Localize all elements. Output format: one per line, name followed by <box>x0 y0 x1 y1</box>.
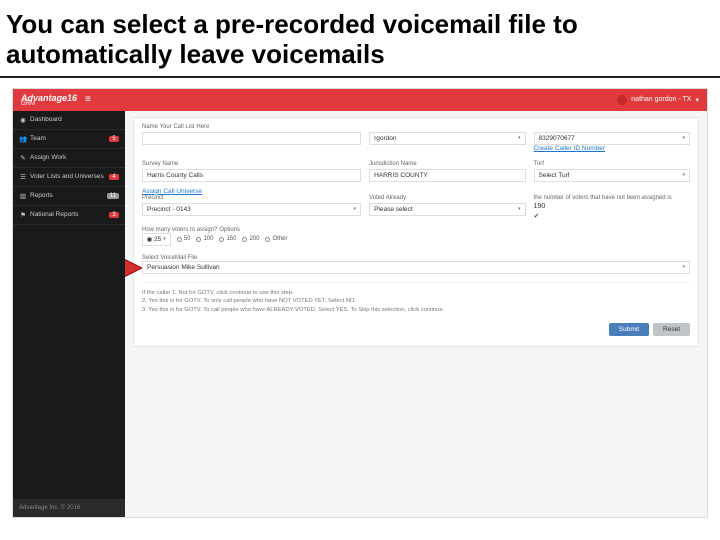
sidebar-item-label: Team <box>30 135 109 142</box>
brand-logo: Advantage16 GRM <box>21 93 77 107</box>
voted-select[interactable]: Please select <box>369 203 525 216</box>
speed-icon: ◉ <box>19 116 27 124</box>
jurisdiction-input[interactable]: HARRIS COUNTY <box>369 169 525 182</box>
callout-arrow-icon <box>125 259 142 277</box>
note-line: If the caller 1. Not for GOTV, click con… <box>142 289 690 298</box>
user-label <box>369 124 525 130</box>
sidebar-item-label: Reports <box>30 192 107 199</box>
unassigned-value: 190 <box>534 203 690 210</box>
main-content: Name Your Call List Here rgordon 8329070… <box>125 111 707 517</box>
sidebar-item-label: Assign Work <box>30 154 119 161</box>
users-icon: 👥 <box>19 135 27 143</box>
menu-icon[interactable]: ≡ <box>85 94 91 105</box>
sidebar-footer: Advantage Inc. © 2016 <box>13 499 125 517</box>
sidebar-item-dashboard[interactable]: ◉ Dashboard <box>13 111 125 130</box>
sidebar-item-voterlists[interactable]: ☰ Voter Lists and Universes 4 <box>13 168 125 187</box>
slide-title: You can select a pre-recorded voicemail … <box>0 0 720 78</box>
chevron-down-icon: ▾ <box>695 96 699 104</box>
reset-button[interactable]: Reset <box>653 323 690 336</box>
assign-universe-link[interactable]: Assign Call Universe <box>142 188 202 195</box>
turf-select[interactable]: Select Turf <box>534 169 690 182</box>
radio-50[interactable]: 50 <box>177 233 191 246</box>
badge: 11 <box>107 193 119 199</box>
app-screenshot: Advantage16 GRM ≡ nathan gordon - TX ▾ ◉… <box>12 88 708 518</box>
form-panel: Name Your Call List Here rgordon 8329070… <box>133 117 699 347</box>
sidebar-item-label: Voter Lists and Universes <box>30 173 109 180</box>
chart-icon: ▥ <box>19 192 27 200</box>
sidebar: ◉ Dashboard 👥 Team 5 ✎ Assign Work ☰ Vot… <box>13 111 125 517</box>
sidebar-item-team[interactable]: 👥 Team 5 <box>13 130 125 149</box>
callerid-select[interactable]: 8329070677 <box>534 132 690 145</box>
user-menu[interactable]: nathan gordon - TX ▾ <box>617 95 699 105</box>
submit-button[interactable]: Submit <box>609 323 649 336</box>
note-line: 3. Yes this is for GOTV. To call people … <box>142 306 690 315</box>
create-callerid-link[interactable]: Create Caller ID Number <box>534 145 690 152</box>
survey-label: Survey Name <box>142 161 361 167</box>
list-icon: ☰ <box>19 173 27 181</box>
flag-icon: ⚑ <box>19 211 27 219</box>
badge: 3 <box>109 212 119 218</box>
name-label: Name Your Call List Here <box>142 124 361 130</box>
voted-label: Voted Already <box>369 195 525 201</box>
radio-25[interactable]: 25 <box>142 233 171 246</box>
jurisdiction-label: Jurisdiction Name <box>369 161 525 167</box>
user-select[interactable]: rgordon <box>369 132 525 145</box>
sidebar-item-label: Dashboard <box>30 116 119 123</box>
badge: 5 <box>109 136 119 142</box>
options-radios: 25 50 100 150 200 Other <box>142 233 690 246</box>
turf-label: Turf <box>534 161 690 167</box>
pencil-icon: ✎ <box>19 154 27 162</box>
instructions: If the caller 1. Not for GOTV, click con… <box>142 282 690 315</box>
radio-150[interactable]: 150 <box>219 233 236 246</box>
sidebar-item-assign[interactable]: ✎ Assign Work <box>13 149 125 168</box>
unassigned-label: the number of voters that have not been … <box>534 195 690 201</box>
sidebar-item-reports[interactable]: ▥ Reports 11 <box>13 187 125 206</box>
radio-other[interactable]: Other <box>265 233 287 246</box>
check-icon: ✔ <box>534 212 690 220</box>
topbar: Advantage16 GRM ≡ nathan gordon - TX ▾ <box>13 89 707 111</box>
radio-200[interactable]: 200 <box>242 233 259 246</box>
voicemail-select[interactable]: Persuasion Mike Sullivan <box>142 261 690 274</box>
sidebar-item-national[interactable]: ⚑ National Reports 3 <box>13 206 125 225</box>
radio-100[interactable]: 100 <box>196 233 213 246</box>
name-input[interactable] <box>142 132 361 145</box>
note-line: 2. Yes this is for GOTV. To only call pe… <box>142 297 690 306</box>
callerid-label <box>534 124 690 130</box>
sidebar-item-label: National Reports <box>30 211 109 218</box>
precinct-select[interactable]: Precinct - 0143 <box>142 203 361 216</box>
badge: 4 <box>109 174 119 180</box>
survey-input[interactable]: Harris County Calls <box>142 169 361 182</box>
avatar-icon <box>617 95 627 105</box>
user-name: nathan gordon - TX <box>631 96 691 103</box>
precinct-label: Precinct <box>142 195 361 201</box>
